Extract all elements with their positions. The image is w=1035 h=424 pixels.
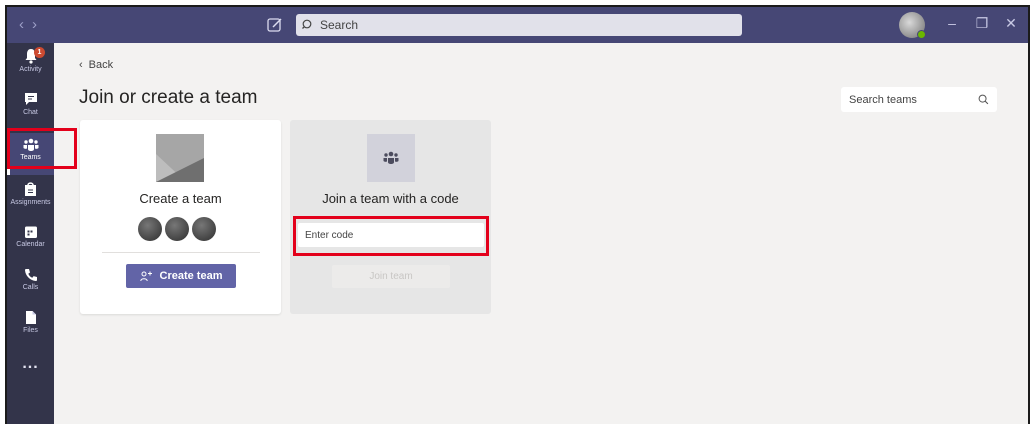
join-team-card: Join a team with a code Enter code Join … <box>290 120 491 314</box>
global-search-placeholder: Search <box>320 18 359 32</box>
create-team-button-label: Create team <box>159 270 223 282</box>
rail-label: Assignments <box>10 199 51 206</box>
page-title: Join or create a team <box>79 87 258 108</box>
highlight-code-box <box>293 216 489 256</box>
search-icon <box>302 19 312 29</box>
file-icon <box>25 311 36 324</box>
rail-item-chat[interactable]: Chat <box>7 87 54 129</box>
create-team-card: Create a team Create team <box>80 120 281 314</box>
app-bar: 1 Activity Chat Teams Assignments Calend… <box>7 43 54 424</box>
team-placeholder-image-icon <box>156 134 204 182</box>
rail-label: Calls <box>22 284 39 291</box>
avatar <box>165 217 189 241</box>
more-apps-icon[interactable]: ... <box>7 355 54 373</box>
highlight-teams-box <box>7 128 77 169</box>
add-team-icon <box>139 271 152 281</box>
search-teams-placeholder: Search teams <box>849 93 917 106</box>
chevron-left-icon: ‹ <box>79 59 83 71</box>
rail-item-calendar[interactable]: Calendar <box>7 220 54 262</box>
teams-window: ‹› Search – ❐ ✕ 1 Activity Chat Teams As… <box>5 5 1030 424</box>
rail-item-calls[interactable]: Calls <box>7 263 54 305</box>
avatar <box>138 217 162 241</box>
divider <box>102 252 260 253</box>
minimize-icon[interactable]: – <box>942 15 962 31</box>
rail-label: Files <box>23 327 38 334</box>
back-button[interactable]: ‹ Back <box>79 59 113 71</box>
rail-label: Activity <box>19 66 42 73</box>
user-avatar[interactable] <box>899 12 926 39</box>
search-icon <box>978 94 989 105</box>
rail-label: Chat <box>23 109 38 116</box>
forward-arrow-icon[interactable]: › <box>32 16 45 33</box>
history-nav: ‹› <box>19 16 45 33</box>
teams-icon <box>383 151 399 164</box>
rail-item-activity[interactable]: 1 Activity <box>7 43 54 85</box>
activity-badge: 1 <box>34 47 45 58</box>
close-icon[interactable]: ✕ <box>1001 15 1021 32</box>
search-teams-input[interactable]: Search teams <box>841 87 997 112</box>
member-avatars <box>138 217 216 241</box>
chat-icon <box>24 93 37 105</box>
avatar <box>192 217 216 241</box>
maximize-icon[interactable]: ❐ <box>972 15 992 32</box>
presence-available-icon <box>917 30 926 39</box>
calendar-icon <box>24 226 37 238</box>
join-team-title: Join a team with a code <box>322 191 459 206</box>
back-label: Back <box>88 59 114 71</box>
title-bar: ‹› Search – ❐ ✕ <box>7 7 1028 43</box>
rail-item-files[interactable]: Files <box>7 305 54 347</box>
create-team-title: Create a team <box>139 191 222 206</box>
create-team-button[interactable]: Create team <box>126 264 236 288</box>
global-search-input[interactable]: Search <box>296 14 742 36</box>
rail-item-assignments[interactable]: Assignments <box>7 177 54 219</box>
rail-label: Calendar <box>16 241 45 248</box>
assignments-icon <box>25 182 36 196</box>
compose-icon[interactable] <box>265 15 285 35</box>
join-team-button[interactable]: Join team <box>332 265 450 288</box>
join-team-thumbnail <box>367 134 415 182</box>
phone-icon <box>24 269 37 281</box>
back-arrow-icon[interactable]: ‹ <box>19 16 32 33</box>
